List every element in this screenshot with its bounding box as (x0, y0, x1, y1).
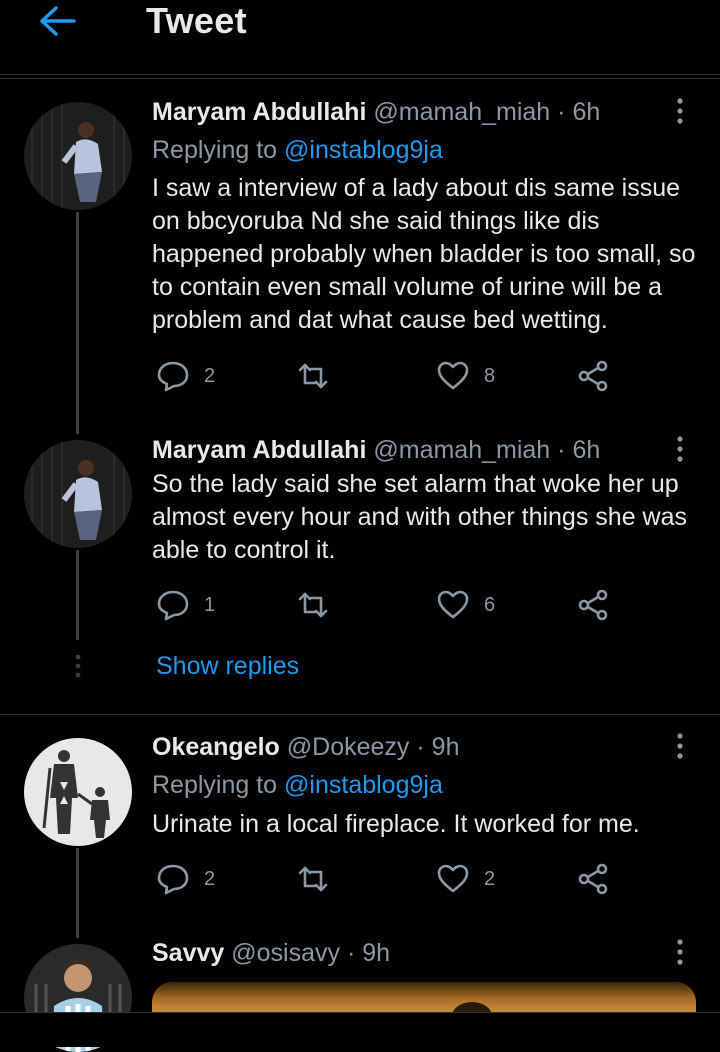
like-icon (437, 864, 469, 893)
author-handle[interactable]: @osisavy (231, 939, 340, 967)
replying-to: Replying to @instablog9ja (152, 136, 443, 165)
tweet-actions: 2 8 (152, 356, 622, 396)
thread-line (76, 848, 79, 938)
retweet-icon (298, 363, 328, 389)
reply-count: 2 (204, 867, 216, 890)
separator: · (557, 436, 566, 464)
share-button[interactable] (576, 859, 610, 899)
tweet-header: Maryam Abdullahi @mamah_miah · 6h (152, 98, 600, 127)
page-title: Tweet (146, 0, 247, 41)
mention-link[interactable]: @instablog9ja (284, 771, 443, 799)
tweet-actions: 1 6 (152, 585, 622, 625)
share-icon (578, 863, 608, 895)
author-handle[interactable]: @Dokeezy (287, 733, 410, 761)
reply-button[interactable]: 1 (156, 585, 215, 625)
reply-button[interactable]: 2 (156, 859, 215, 899)
author-name[interactable]: Okeangelo (152, 733, 280, 761)
retweet-icon (298, 866, 328, 892)
separator: · (557, 98, 566, 126)
share-icon (578, 589, 608, 621)
share-icon (578, 360, 608, 392)
author-name[interactable]: Maryam Abdullahi (152, 436, 366, 464)
thread-dots-icon (75, 654, 81, 678)
author-name[interactable]: Savvy (152, 939, 224, 967)
replying-prefix: Replying to (152, 136, 285, 164)
show-replies-link[interactable]: Show replies (156, 652, 299, 681)
tweet-actions: 2 2 (152, 859, 622, 899)
like-count: 2 (484, 867, 496, 890)
tweet-text: Urinate in a local fireplace. It worked … (152, 810, 640, 838)
reply-count: 1 (204, 593, 216, 616)
mention-link[interactable]: @instablog9ja (284, 136, 443, 164)
like-icon (437, 590, 469, 619)
divider (0, 714, 720, 715)
reply-count: 2 (204, 364, 216, 387)
replying-to: Replying to @instablog9ja (152, 771, 443, 800)
timestamp[interactable]: 6h (572, 98, 600, 126)
reply-button[interactable]: 2 (156, 356, 215, 396)
avatar[interactable] (24, 102, 132, 210)
author-handle[interactable]: @mamah_miah (373, 98, 550, 126)
more-vertical-icon[interactable] (668, 938, 692, 968)
author-name[interactable]: Maryam Abdullahi (152, 98, 366, 126)
like-count: 6 (484, 593, 496, 616)
tweet-header: Savvy @osisavy · 9h (152, 939, 390, 968)
like-icon (437, 361, 469, 390)
bottom-bar (0, 1012, 720, 1047)
tweet-header: Okeangelo @Dokeezy · 9h (152, 733, 459, 762)
timestamp[interactable]: 9h (362, 939, 390, 967)
more-vertical-icon[interactable] (668, 435, 692, 465)
thread-line (76, 212, 79, 434)
like-count: 8 (484, 364, 496, 387)
like-button[interactable]: 2 (436, 859, 495, 899)
separator: · (416, 733, 425, 761)
avatar[interactable] (24, 440, 132, 548)
retweet-icon (298, 592, 328, 618)
author-handle[interactable]: @mamah_miah (373, 436, 550, 464)
retweet-button[interactable] (296, 859, 330, 899)
more-vertical-icon[interactable] (668, 732, 692, 762)
retweet-button[interactable] (296, 356, 330, 396)
avatar[interactable] (24, 738, 132, 846)
replying-prefix: Replying to (152, 771, 285, 799)
reply-icon (157, 864, 189, 895)
reply-icon (157, 590, 189, 621)
header-divider (0, 78, 720, 79)
tweet-header: Maryam Abdullahi @mamah_miah · 6h (152, 436, 600, 465)
more-vertical-icon[interactable] (668, 97, 692, 127)
back-arrow-icon[interactable] (36, 4, 76, 38)
share-button[interactable] (576, 585, 610, 625)
reply-icon (157, 361, 189, 392)
top-bar: Tweet (0, 0, 720, 75)
separator: · (346, 939, 356, 967)
tweet-text: So the lady said she set alarm that woke… (152, 470, 687, 564)
timestamp[interactable]: 6h (572, 436, 600, 464)
retweet-button[interactable] (296, 585, 330, 625)
thread-line (76, 550, 79, 640)
share-button[interactable] (576, 356, 610, 396)
timestamp[interactable]: 9h (432, 733, 460, 761)
tweet-text: I saw a interview of a lady about dis sa… (152, 174, 696, 334)
like-button[interactable]: 8 (436, 356, 495, 396)
like-button[interactable]: 6 (436, 585, 495, 625)
